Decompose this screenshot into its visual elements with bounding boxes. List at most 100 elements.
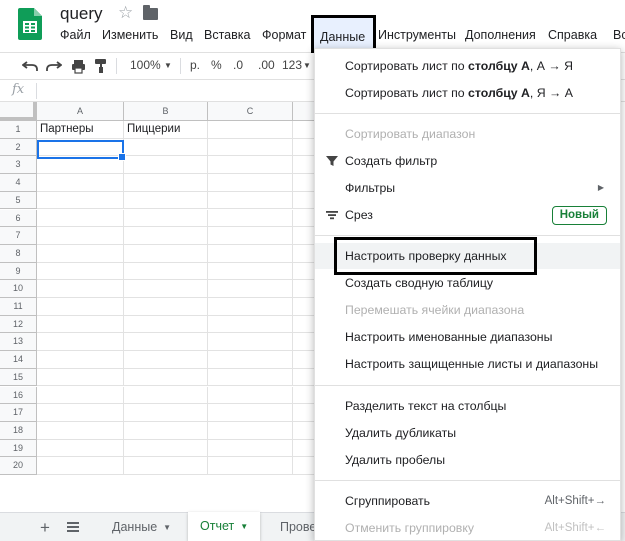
grid-cell[interactable] — [37, 227, 124, 245]
grid-cell[interactable] — [37, 244, 124, 263]
grid-cell[interactable] — [37, 333, 124, 352]
grid-cell[interactable] — [37, 439, 124, 458]
create-filter[interactable]: Создать фильтр — [315, 148, 620, 174]
print-icon[interactable] — [71, 59, 86, 74]
sort-sheet-a-z[interactable]: Сортировать лист по столбцу А, А → Я — [315, 53, 620, 79]
named-ranges[interactable]: Настроить именованные диапазоны — [315, 324, 620, 350]
filters-submenu[interactable]: Фильтры ▶ — [315, 175, 620, 201]
menu-edit[interactable]: Изменить — [102, 28, 158, 42]
column-header-a[interactable]: A — [37, 102, 124, 121]
grid-cell[interactable] — [124, 280, 208, 298]
grid-cell[interactable] — [208, 368, 293, 387]
grid-cell[interactable] — [124, 227, 208, 245]
protected-sheets[interactable]: Настроить защищенные листы и диапазоны — [315, 351, 620, 377]
increase-decimal-button[interactable]: .00 — [258, 58, 275, 72]
row-header[interactable]: 16 — [0, 386, 37, 405]
grid-cell[interactable] — [37, 174, 124, 192]
chevron-down-icon[interactable]: ▼ — [240, 522, 248, 531]
add-sheet-icon[interactable]: + — [40, 518, 50, 538]
trim-whitespace[interactable]: Удалить пробелы — [315, 447, 620, 473]
grid-cell[interactable] — [37, 191, 124, 210]
grid-cell[interactable] — [37, 457, 124, 475]
menu-format[interactable]: Формат — [262, 28, 306, 42]
grid-cell[interactable] — [37, 315, 124, 334]
paint-format-icon[interactable] — [95, 58, 107, 74]
decrease-decimal-button[interactable]: .0 — [233, 58, 243, 72]
grid-cell[interactable] — [208, 439, 293, 458]
grid-cell[interactable] — [208, 315, 293, 334]
row-header[interactable]: 1 — [0, 121, 37, 139]
row-header[interactable]: 8 — [0, 244, 37, 263]
chevron-down-icon[interactable]: ▼ — [163, 523, 171, 532]
row-header[interactable]: 9 — [0, 262, 37, 281]
grid-cell[interactable] — [124, 156, 208, 175]
grid-cell[interactable] — [124, 439, 208, 458]
grid-cell[interactable] — [124, 351, 208, 369]
currency-format-button[interactable]: р. — [190, 58, 200, 72]
row-header[interactable]: 19 — [0, 439, 37, 458]
row-header[interactable]: 15 — [0, 368, 37, 387]
grid-cell[interactable] — [37, 298, 124, 316]
grid-cell[interactable] — [208, 404, 293, 422]
grid-cell[interactable] — [37, 421, 124, 440]
create-pivot-table[interactable]: Создать сводную таблицу — [315, 270, 620, 296]
grid-cell[interactable] — [208, 386, 293, 405]
grid-cell[interactable] — [208, 209, 293, 228]
menu-tools[interactable]: Инструменты — [378, 28, 456, 42]
row-header[interactable]: 20 — [0, 457, 37, 475]
zoom-select[interactable]: 100% — [130, 58, 161, 72]
grid-cell[interactable] — [124, 298, 208, 316]
grid-cell[interactable] — [208, 121, 293, 139]
grid-cell[interactable] — [37, 280, 124, 298]
grid-cell[interactable] — [124, 244, 208, 263]
row-header[interactable]: 5 — [0, 191, 37, 210]
grid-cell[interactable] — [124, 262, 208, 281]
menu-overflow[interactable]: Вс — [613, 28, 625, 42]
percent-format-button[interactable]: % — [211, 58, 222, 72]
selected-cell-a2[interactable] — [37, 140, 126, 161]
grid-cell[interactable] — [37, 156, 124, 175]
grid-cell[interactable]: Пиццерии — [124, 121, 208, 139]
grid-cell[interactable] — [208, 174, 293, 192]
menu-addons[interactable]: Дополнения — [465, 28, 536, 42]
sort-range[interactable]: Сортировать диапазон — [315, 121, 620, 147]
sheet-tab-data[interactable]: Данные ▼ — [100, 513, 183, 541]
group-rows[interactable]: Сгруппировать Alt+Shift+→ — [315, 488, 620, 514]
grid-cell[interactable] — [208, 333, 293, 352]
row-header[interactable]: 14 — [0, 351, 37, 369]
grid-cell[interactable] — [37, 386, 124, 405]
grid-cell[interactable] — [208, 457, 293, 475]
grid-cell[interactable] — [208, 191, 293, 210]
select-all-corner[interactable] — [0, 102, 37, 121]
slicer[interactable]: Срез Новый — [315, 202, 620, 228]
grid-cell[interactable] — [124, 191, 208, 210]
row-header[interactable]: 3 — [0, 156, 37, 175]
row-header[interactable]: 13 — [0, 333, 37, 352]
grid-cell[interactable] — [208, 351, 293, 369]
grid-cell[interactable] — [208, 262, 293, 281]
grid-cell[interactable] — [124, 404, 208, 422]
split-text-to-columns[interactable]: Разделить текст на столбцы — [315, 393, 620, 419]
grid-cell[interactable] — [208, 244, 293, 263]
row-header[interactable]: 2 — [0, 138, 37, 157]
menu-view[interactable]: Вид — [170, 28, 193, 42]
grid-cell[interactable] — [37, 209, 124, 228]
sort-sheet-z-a[interactable]: Сортировать лист по столбцу А, Я → А — [315, 80, 620, 106]
star-icon[interactable]: ☆ — [118, 3, 133, 23]
grid-cell[interactable] — [37, 404, 124, 422]
grid-cell[interactable] — [124, 457, 208, 475]
grid-cell[interactable] — [124, 315, 208, 334]
row-header[interactable]: 7 — [0, 227, 37, 245]
grid-cell[interactable] — [208, 138, 293, 157]
grid-cell[interactable] — [124, 386, 208, 405]
remove-duplicates[interactable]: Удалить дубликаты — [315, 420, 620, 446]
grid-cell[interactable] — [208, 227, 293, 245]
all-sheets-menu-icon[interactable] — [67, 522, 79, 532]
grid-cell[interactable] — [208, 298, 293, 316]
zoom-dropdown-icon[interactable]: ▼ — [164, 61, 172, 70]
row-header[interactable]: 10 — [0, 280, 37, 298]
grid-cell[interactable] — [124, 368, 208, 387]
grid-cell[interactable] — [208, 156, 293, 175]
redo-icon[interactable] — [46, 59, 62, 73]
menu-file[interactable]: Файл — [60, 28, 91, 42]
